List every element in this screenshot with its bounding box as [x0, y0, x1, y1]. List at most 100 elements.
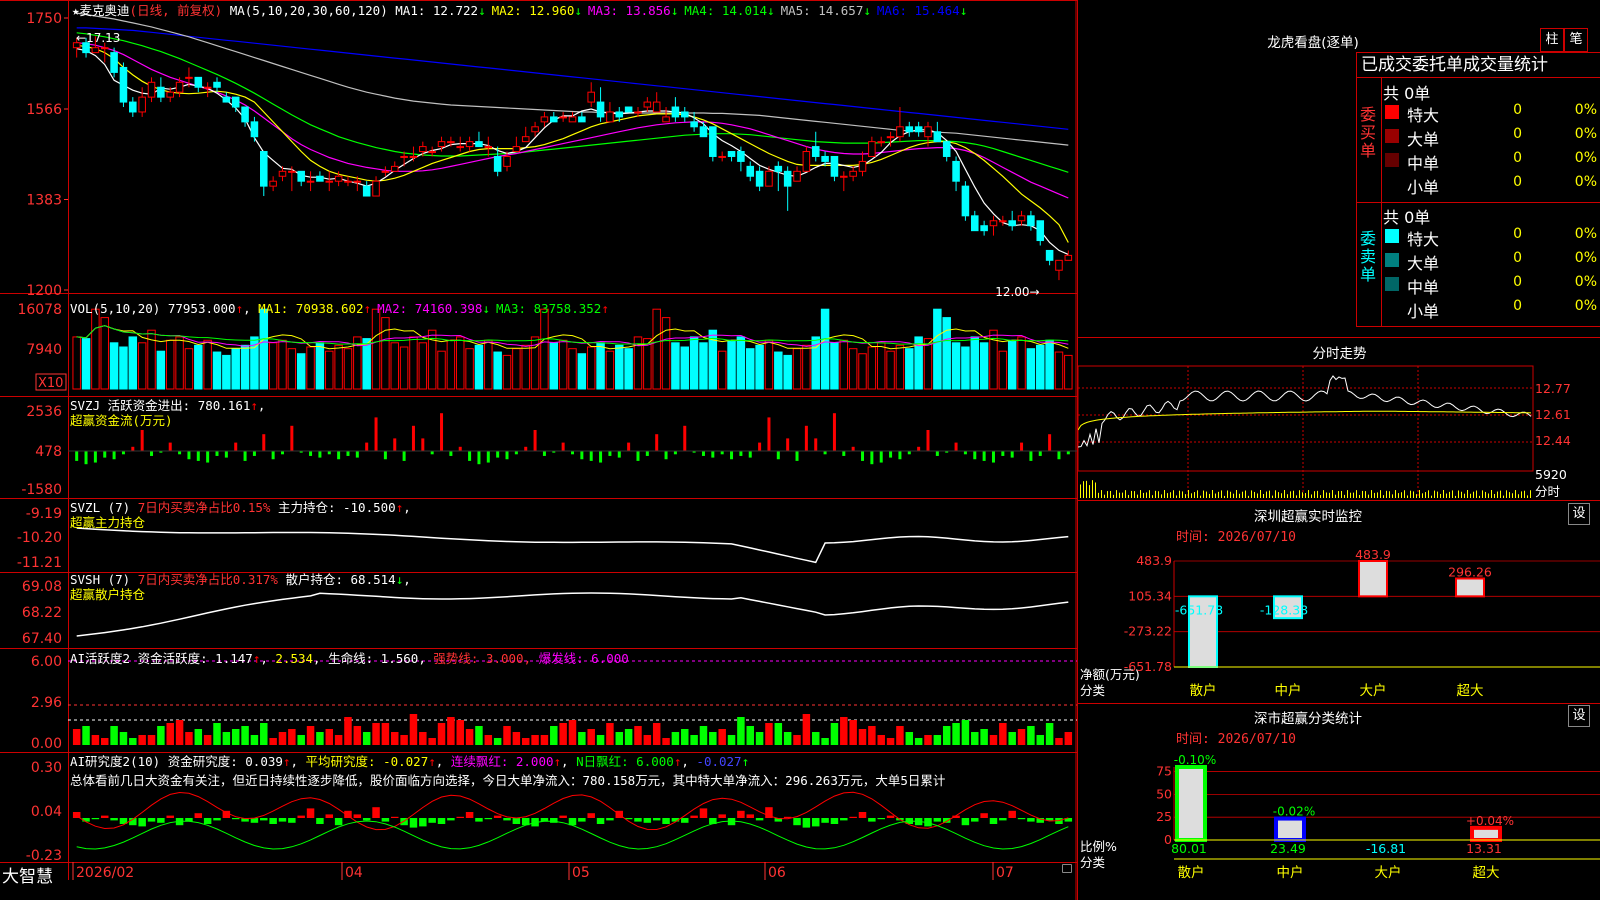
buy-count: 共 0单	[1383, 84, 1431, 103]
svzj-bar-44	[486, 451, 490, 463]
ai1-bar-52	[559, 723, 567, 745]
candle-body-3	[100, 47, 109, 50]
svzj-bar-36	[411, 425, 415, 451]
ai1-bar-20	[260, 723, 268, 745]
volume-bar-62	[652, 308, 661, 390]
szc-bar-3	[1470, 825, 1502, 842]
sell-row-name-1: 特大	[1407, 230, 1440, 249]
ai1-bar-64	[671, 732, 680, 745]
ai2-bar-23	[288, 818, 296, 823]
svzj-bar-88	[898, 451, 902, 460]
sz-monitor-settings-button[interactable]: 设	[1568, 503, 1590, 525]
ma-value-1: MA1: 12.722	[395, 3, 479, 18]
sz-monitor-chart-svg[interactable]: 483.9105.34-273.22-651.78-651.78 -128.384…	[1078, 543, 1600, 703]
stock-name: 麦克奥迪	[79, 3, 130, 18]
ai1-bar-66	[690, 735, 698, 745]
bar-mode-button[interactable]: 柱	[1540, 28, 1564, 52]
lhb-buy-block: 委买单 共 0单 特大 0 0% 大单 0 0% 中单 0 0% 小单 0 0%	[1356, 78, 1600, 203]
szm-category-1: 中户	[1275, 682, 1302, 699]
svzj-bar-49	[533, 430, 537, 451]
ai2-bar-38	[428, 818, 436, 823]
candle-body-101	[1017, 215, 1026, 222]
ai2-bar-42	[465, 812, 474, 818]
ma-value-arrow-4: ↓	[767, 3, 775, 18]
fenshi-vol-bar-170	[1248, 495, 1249, 498]
time-axis-label-1: 04	[345, 865, 363, 881]
svzj-bar-26	[318, 451, 322, 458]
volume-bar-56	[596, 342, 605, 390]
ai2-bar-65	[681, 818, 689, 823]
volume-bar-13	[194, 344, 203, 390]
fenshi-vol-bar-281	[1359, 494, 1360, 498]
ai2-bar-21	[269, 818, 277, 824]
svzj-bar-21	[271, 451, 275, 460]
ai1-label: 资金活跃度:	[137, 651, 208, 666]
sz-class-settings-button[interactable]: 设	[1568, 705, 1590, 727]
fenshi-vol-bar-197	[1275, 490, 1276, 498]
sell-row-name-2: 大单	[1407, 254, 1440, 273]
svzj-bar-20	[262, 434, 266, 451]
chart-mode[interactable]: (日线, 前复权)	[130, 3, 223, 18]
fenshi-vol-bar-80	[1158, 491, 1159, 498]
volume-bar-37	[418, 342, 428, 390]
lhb-tabs[interactable]: 已成交委托单成交量统计	[1356, 52, 1600, 78]
ma-value-2: MA2: 12.960	[491, 3, 575, 18]
svzj-bar-68	[711, 451, 715, 458]
ai1-bar-3	[101, 738, 109, 745]
fenshi-vol-bar-185	[1263, 493, 1264, 498]
ai2-bar-78	[802, 818, 811, 828]
svzj-bar-58	[617, 451, 621, 458]
ai1-bar-50	[540, 735, 549, 745]
ai1-bar-9	[157, 726, 165, 745]
fenshi-vol-bar-254	[1332, 490, 1333, 498]
buy-row-value-1: 0	[1513, 102, 1522, 118]
favorite-star-icon[interactable]: ★	[72, 3, 80, 18]
vol-arrow: ↑	[235, 301, 244, 316]
svzj-bar-32	[374, 417, 378, 451]
volume-bar-45	[493, 351, 502, 390]
svzj-bar-31	[365, 442, 369, 451]
fenshi-vol-bar-137	[1215, 493, 1216, 498]
szc-bottom-label-2: -16.81	[1366, 841, 1406, 856]
ai2-bar-61	[643, 818, 652, 823]
volume-bar-105	[1054, 351, 1064, 390]
candle-body-40	[447, 141, 455, 144]
volume-bar-65	[680, 346, 690, 390]
svzj-bar-50	[542, 451, 546, 456]
ai2-bar-85	[868, 818, 876, 822]
sz-class-chart-svg[interactable]: 7550250-0.10%-0.02%+0.04%80.01 23.49 -16.8…	[1078, 745, 1600, 900]
vol-axis-label-0: 16078	[17, 302, 62, 318]
tick-mode-button[interactable]: 笔	[1564, 28, 1588, 52]
fenshi-vol-bar-440	[1518, 494, 1519, 498]
volume-bar-70	[727, 339, 736, 390]
volume-bar-3	[100, 317, 109, 390]
candle-body-38	[428, 151, 436, 154]
volume-bar-12	[184, 348, 194, 390]
volume-bar-75	[774, 351, 783, 390]
fenshi-vol-bar-377	[1455, 495, 1456, 498]
intraday-chart-svg[interactable]: 12.77 12.61 12.44 5920 分时	[1078, 360, 1600, 500]
candle-body-42	[465, 141, 474, 148]
candle-body-54	[578, 116, 586, 123]
ai2-bar-33	[381, 818, 390, 822]
svzj-bar-40	[449, 451, 453, 456]
ai1-bar-84	[858, 729, 867, 745]
szc-axis-label-0: 75	[1156, 764, 1172, 779]
volume-bar-71	[736, 336, 746, 390]
ai1-bar-29	[344, 717, 352, 745]
svzj-bar-85	[870, 451, 874, 465]
buy-row-pct-3: 0%	[1574, 150, 1597, 166]
lock-icon[interactable]	[1062, 864, 1072, 873]
fenshi-vol-bar-257	[1335, 494, 1336, 498]
low-price-note: 12.00→	[995, 285, 1039, 299]
svzj-bar-4	[112, 451, 116, 460]
candle-body-5	[119, 66, 128, 103]
szc-category-1: 中户	[1277, 864, 1304, 881]
volume-bar-72	[746, 348, 755, 390]
sell-row-value-2: 0	[1513, 250, 1522, 266]
svzj-bar-60	[636, 451, 640, 461]
candle-body-8	[147, 81, 156, 98]
candle-body-95	[961, 185, 970, 217]
chart-area[interactable]: 1750 1566 1383 1200 ←17.13 12.00→ 16078 7940 X10…	[0, 0, 1077, 900]
volume-bar-73	[755, 344, 764, 390]
